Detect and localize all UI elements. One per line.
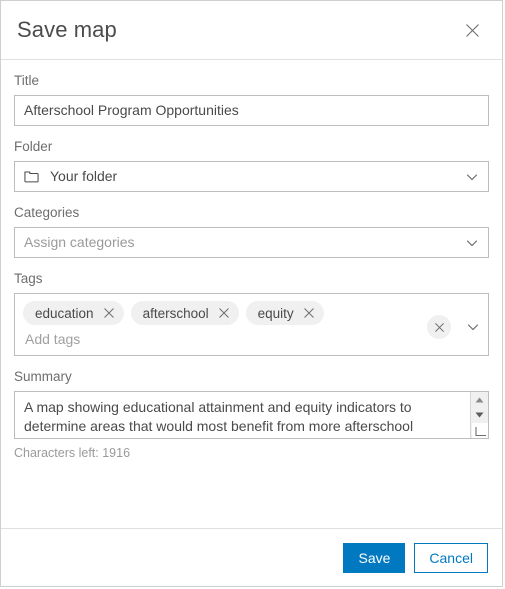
resize-handle-icon	[474, 427, 486, 437]
categories-label: Categories	[14, 205, 80, 220]
tag-chip-list: education afterschool equity	[23, 301, 480, 325]
tag-chip[interactable]: afterschool	[130, 301, 239, 325]
tags-label: Tags	[14, 271, 43, 286]
tags-input-container[interactable]: education afterschool equity Add tags	[14, 293, 489, 356]
add-tags-input[interactable]: Add tags	[23, 325, 480, 349]
folder-label: Folder	[14, 139, 53, 154]
title-input-value: Afterschool Program Opportunities	[24, 102, 239, 118]
summary-label: Summary	[14, 369, 72, 384]
chevron-down-icon[interactable]	[466, 320, 480, 334]
summary-scrollbar[interactable]	[470, 392, 488, 438]
close-icon	[434, 322, 444, 332]
close-icon	[465, 23, 479, 37]
tag-chip[interactable]: education	[23, 301, 124, 325]
tag-chip-label: education	[35, 305, 94, 321]
categories-select[interactable]: Assign categories	[14, 227, 489, 258]
save-button[interactable]: Save	[343, 542, 406, 573]
close-icon[interactable]	[303, 307, 315, 319]
folder-select-value: Your folder	[50, 168, 118, 184]
page-title: Save map	[17, 17, 117, 42]
clear-tags-button[interactable]	[427, 315, 451, 339]
close-icon[interactable]	[103, 307, 115, 319]
scroll-down-button[interactable]	[475, 407, 484, 422]
caret-up-icon	[475, 397, 484, 402]
save-map-dialog: Save map Title Afterschool Program Oppor…	[0, 0, 503, 587]
dialog-header: Save map	[1, 1, 502, 60]
title-label: Title	[14, 73, 40, 88]
title-field-group: Title Afterschool Program Opportunities	[14, 72, 489, 126]
characters-left-counter: Characters left: 1916	[14, 446, 131, 460]
dialog-footer: Save Cancel	[1, 528, 502, 586]
categories-placeholder: Assign categories	[24, 234, 135, 250]
chevron-down-icon	[466, 239, 478, 246]
tag-chip[interactable]: equity	[245, 301, 324, 325]
folder-field-group: Folder Your folder	[14, 138, 489, 192]
summary-textarea-value: A map showing educational attainment and…	[24, 399, 414, 438]
scroll-up-button[interactable]	[475, 392, 484, 407]
tags-field-group: Tags education afterschool equity Add ta…	[14, 270, 489, 356]
categories-field-group: Categories Assign categories	[14, 204, 489, 258]
tag-chip-label: afterschool	[142, 305, 209, 321]
folder-icon	[24, 171, 39, 183]
folder-select[interactable]: Your folder	[14, 161, 489, 192]
close-button[interactable]	[458, 16, 486, 44]
close-icon[interactable]	[218, 307, 230, 319]
tags-actions	[427, 315, 480, 339]
dialog-body: Title Afterschool Program Opportunities …	[1, 60, 502, 528]
cancel-button[interactable]: Cancel	[414, 542, 488, 573]
chevron-down-icon	[466, 173, 478, 180]
caret-down-icon	[475, 412, 484, 417]
summary-field-group: Summary A map showing educational attain…	[14, 368, 489, 460]
title-input[interactable]: Afterschool Program Opportunities	[14, 95, 489, 126]
resize-grip[interactable]	[471, 423, 488, 438]
tag-chip-label: equity	[257, 305, 294, 321]
summary-textarea[interactable]: A map showing educational attainment and…	[14, 391, 489, 439]
